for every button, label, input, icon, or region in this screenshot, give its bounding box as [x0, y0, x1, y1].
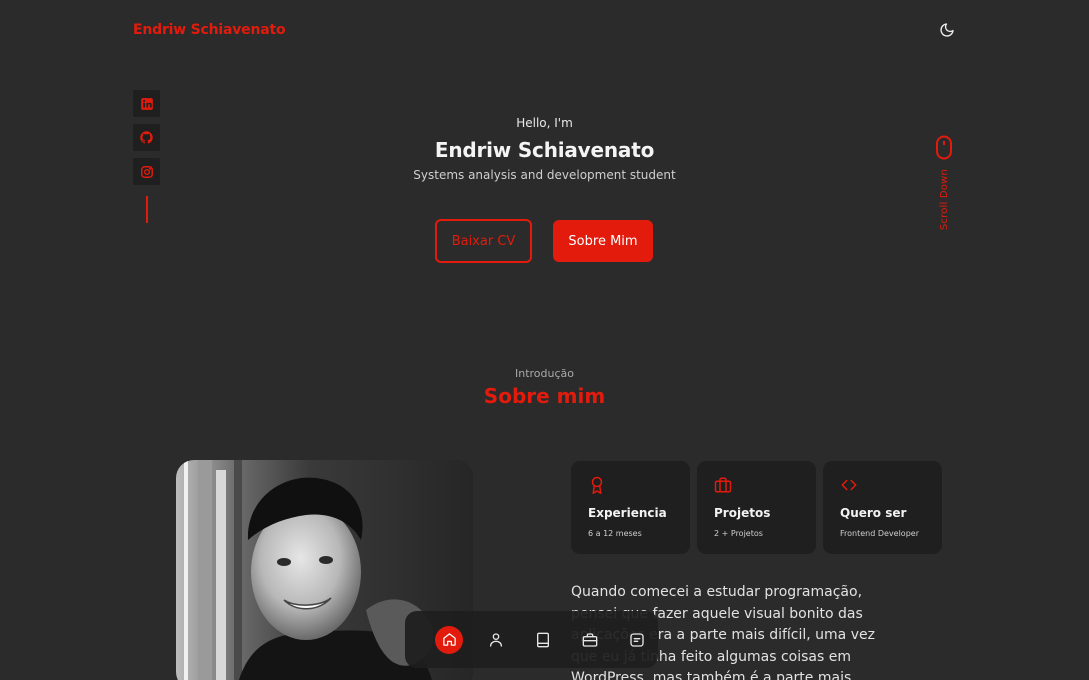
experience-value: 6 a 12 meses — [588, 529, 642, 538]
scroll-down-link[interactable]: Scroll Down — [932, 135, 956, 230]
brand-logo[interactable]: Endriw Schiavenato — [133, 22, 286, 38]
page: Endriw Schiavenato Hello, I'm Endriw Sch… — [0, 0, 1089, 680]
linkedin-link[interactable] — [133, 90, 160, 117]
message-icon — [630, 632, 644, 647]
user-icon — [490, 632, 502, 647]
section-title: Sobre mim — [483, 384, 606, 408]
nav-about[interactable] — [482, 626, 510, 654]
mouse-icon — [936, 135, 952, 160]
code-icon — [841, 479, 857, 491]
briefcase-icon — [582, 632, 598, 647]
scroll-down-label: Scroll Down — [938, 169, 950, 231]
hero-greeting: Hello, I'm — [516, 116, 573, 130]
about-me-button[interactable]: Sobre Mim — [553, 220, 653, 262]
experience-title: Experiencia — [588, 506, 667, 520]
book-icon — [537, 632, 549, 647]
goal-card: Quero ser Frontend Developer — [823, 461, 942, 554]
download-cv-button[interactable]: Baixar CV — [435, 219, 532, 263]
goal-value: Frontend Developer — [840, 529, 919, 538]
award-icon — [591, 476, 603, 494]
goal-title: Quero ser — [840, 506, 907, 520]
section-subtitle: Introdução — [514, 367, 574, 380]
moon-icon — [940, 23, 954, 37]
projects-value: 2 + Projetos — [714, 529, 763, 538]
experience-card: Experiencia 6 a 12 meses — [571, 461, 690, 554]
hero: Hello, I'm Endriw Schiavenato Systems an… — [0, 116, 1089, 182]
bottom-nav — [405, 611, 658, 668]
hero-subtitle: Systems analysis and development student — [413, 168, 676, 182]
briefcase-icon — [714, 477, 732, 493]
home-icon — [442, 633, 456, 646]
nav-skills[interactable] — [529, 626, 557, 654]
projects-card: Projetos 2 + Projetos — [697, 461, 816, 554]
nav-contact[interactable] — [623, 626, 651, 654]
theme-toggle-button[interactable] — [938, 21, 956, 39]
projects-title: Projetos — [714, 506, 771, 520]
linkedin-icon — [140, 97, 153, 110]
social-divider — [145, 196, 148, 223]
hero-name: Endriw Schiavenato — [434, 138, 655, 162]
nav-home[interactable] — [435, 625, 463, 654]
nav-portfolio[interactable] — [576, 626, 604, 654]
